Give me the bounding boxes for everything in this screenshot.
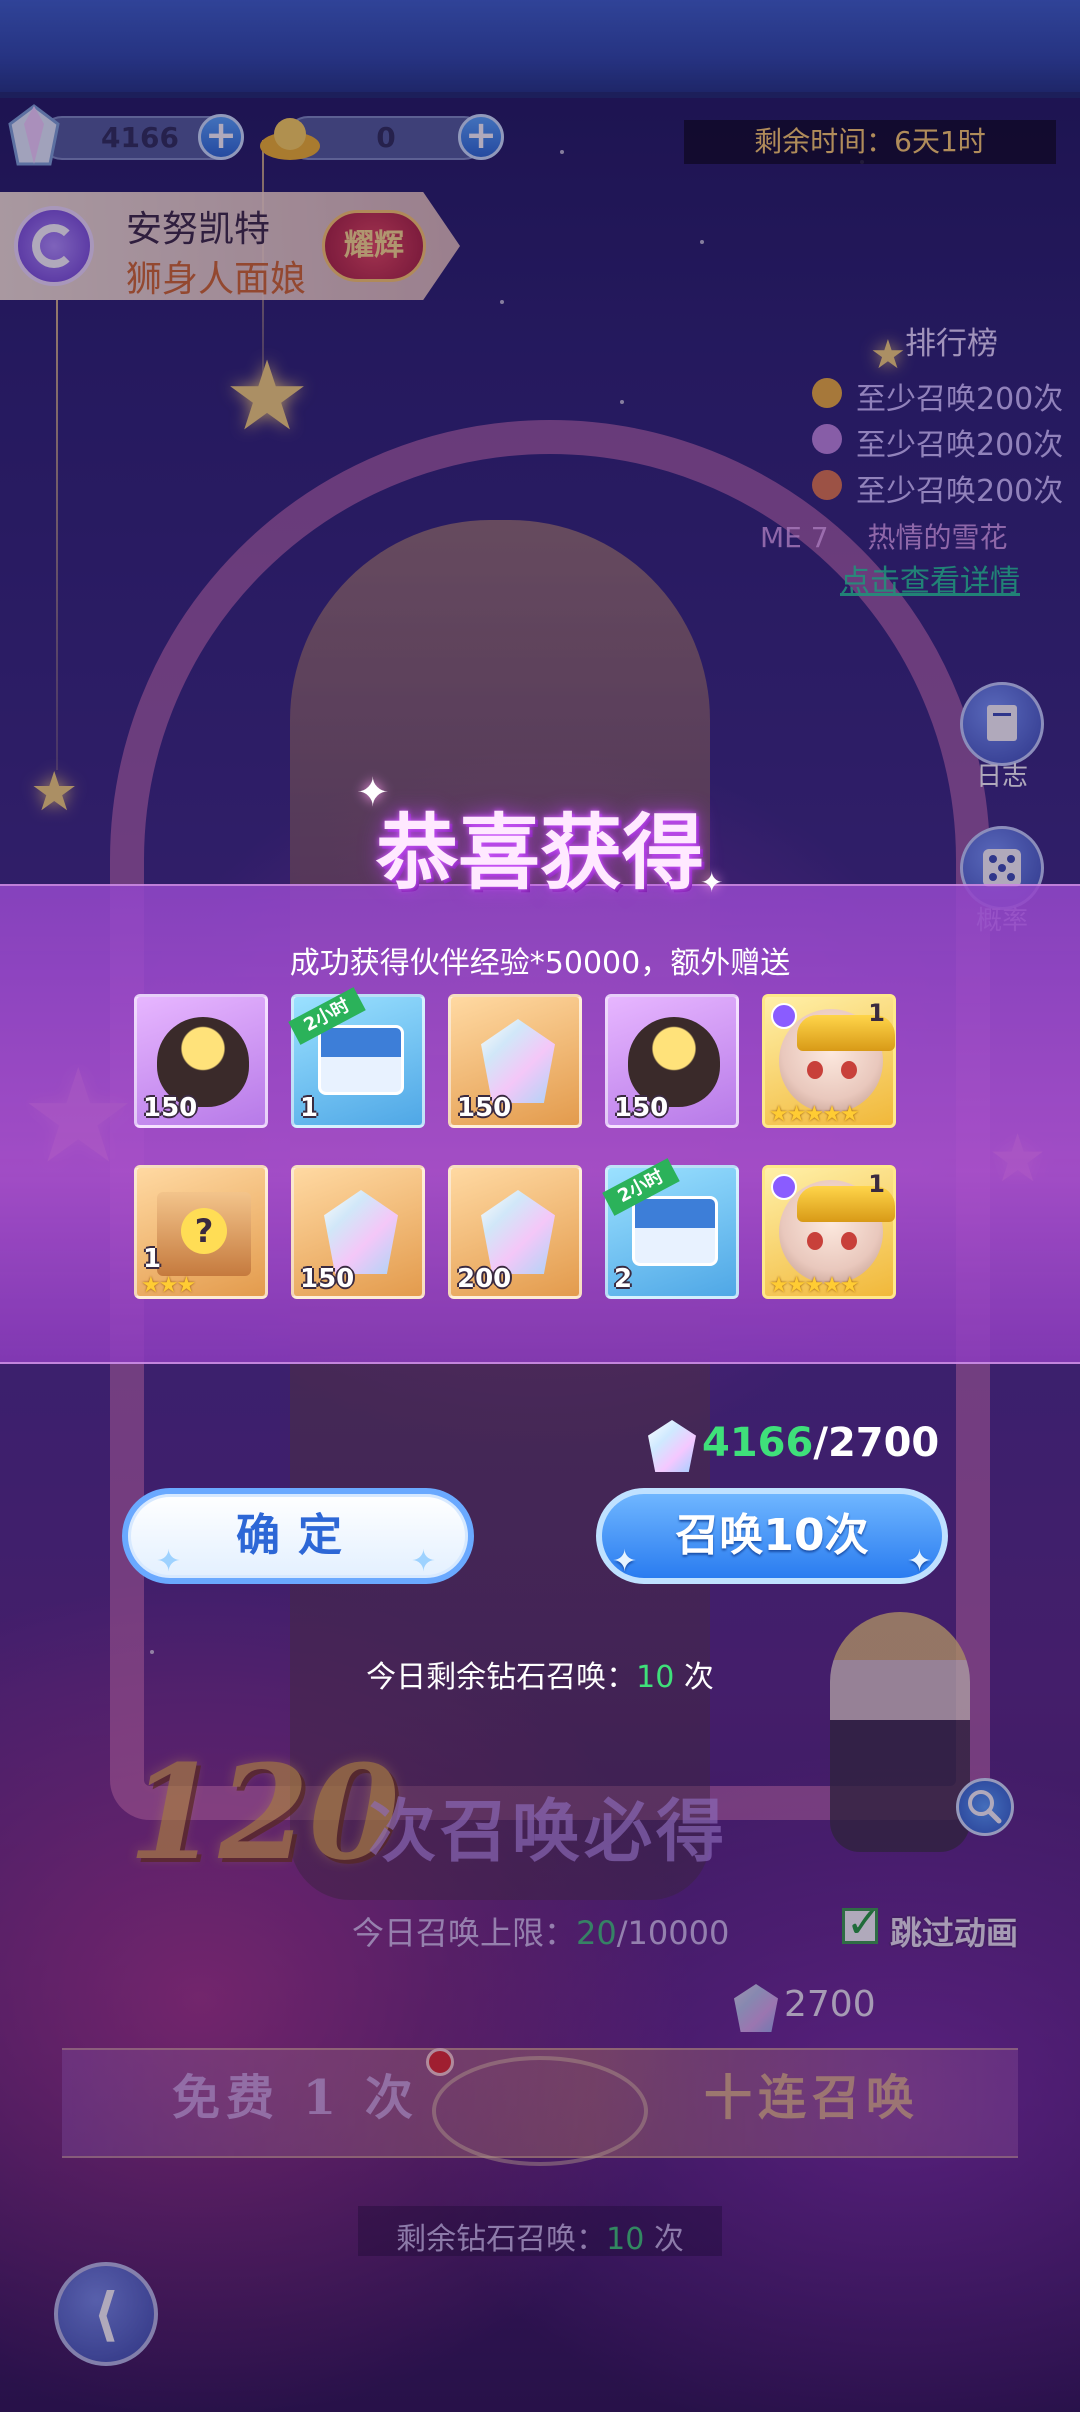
- star-rating: ★★★★★: [769, 1273, 860, 1298]
- reward-item-crate[interactable]: ? 1 ★★★: [134, 1165, 268, 1299]
- treasure-chest-icon: [318, 1025, 404, 1095]
- question-icon: ?: [181, 1208, 227, 1254]
- reward-item-hero[interactable]: 1 ★★★★★: [762, 994, 896, 1128]
- hero-class-icon: [771, 1003, 797, 1029]
- reward-item-crystal[interactable]: 150: [291, 1165, 425, 1299]
- reward-item-chest[interactable]: 2小时 1: [288, 987, 425, 1128]
- hero-level: 1: [868, 999, 885, 1027]
- crystal-icon: [481, 1019, 555, 1103]
- sparkle-icon: ✦: [356, 770, 390, 816]
- item-quantity: 200: [457, 1264, 512, 1294]
- star-rating: ★★★: [141, 1273, 196, 1298]
- summon-cost: 4166/2700: [702, 1420, 939, 1466]
- sparkle-icon: ✦: [906, 1544, 932, 1579]
- portrait-eye: [807, 1061, 823, 1079]
- summon-ten-label: 召唤10次: [675, 1510, 869, 1561]
- reward-item-egg[interactable]: 150: [134, 994, 268, 1128]
- cost-have: 4166: [702, 1420, 814, 1466]
- confirm-button[interactable]: ✦ 确定 ✦: [122, 1488, 474, 1584]
- cost-need: 2700: [827, 1420, 940, 1466]
- portrait-eye: [807, 1232, 823, 1250]
- today-suffix: 次: [674, 1660, 714, 1695]
- reward-item-crystal[interactable]: 150: [448, 994, 582, 1128]
- hero-class-icon: [771, 1174, 797, 1200]
- reward-item-chest[interactable]: 2小时 2: [602, 1158, 739, 1299]
- summon-ten-button[interactable]: ✦ 召唤10次 ✦: [596, 1488, 948, 1584]
- sparkle-icon: ✦: [410, 1544, 454, 1579]
- crystal-icon: [481, 1190, 555, 1274]
- today-remaining-summons: 今日剩余钻石召唤：10 次: [0, 1652, 1080, 1696]
- hero-level: 1: [868, 1170, 885, 1198]
- reward-title: 恭喜获得: [375, 805, 704, 901]
- today-prefix: 今日剩余钻石召唤：: [366, 1660, 637, 1695]
- reward-item-crystal[interactable]: 200: [448, 1165, 582, 1299]
- item-quantity: 150: [143, 1093, 198, 1123]
- item-quantity: 1: [143, 1244, 162, 1274]
- reward-item-egg[interactable]: 150: [605, 994, 739, 1128]
- portrait-eye: [841, 1061, 857, 1079]
- item-quantity: 150: [300, 1264, 355, 1294]
- crystal-icon: [324, 1190, 398, 1274]
- star-rating: ★★★★★: [769, 1102, 860, 1127]
- item-quantity: 1: [300, 1093, 319, 1123]
- item-quantity: 2: [614, 1264, 633, 1294]
- item-quantity: 150: [614, 1093, 669, 1123]
- today-count: 10: [636, 1660, 675, 1695]
- item-quantity: 150: [457, 1093, 512, 1123]
- portrait-eye: [841, 1232, 857, 1250]
- confirm-label: 确定: [236, 1510, 360, 1561]
- reward-description: 成功获得伙伴经验*50000，额外赠送: [289, 946, 791, 981]
- sparkle-icon: ✦: [156, 1544, 200, 1579]
- cost-sep: /: [813, 1420, 828, 1466]
- reward-item-hero[interactable]: 1 ★★★★★: [762, 1165, 896, 1299]
- treasure-chest-icon: [632, 1196, 718, 1266]
- sparkle-icon: ✦: [700, 866, 724, 899]
- sparkle-icon: ✦: [612, 1544, 638, 1579]
